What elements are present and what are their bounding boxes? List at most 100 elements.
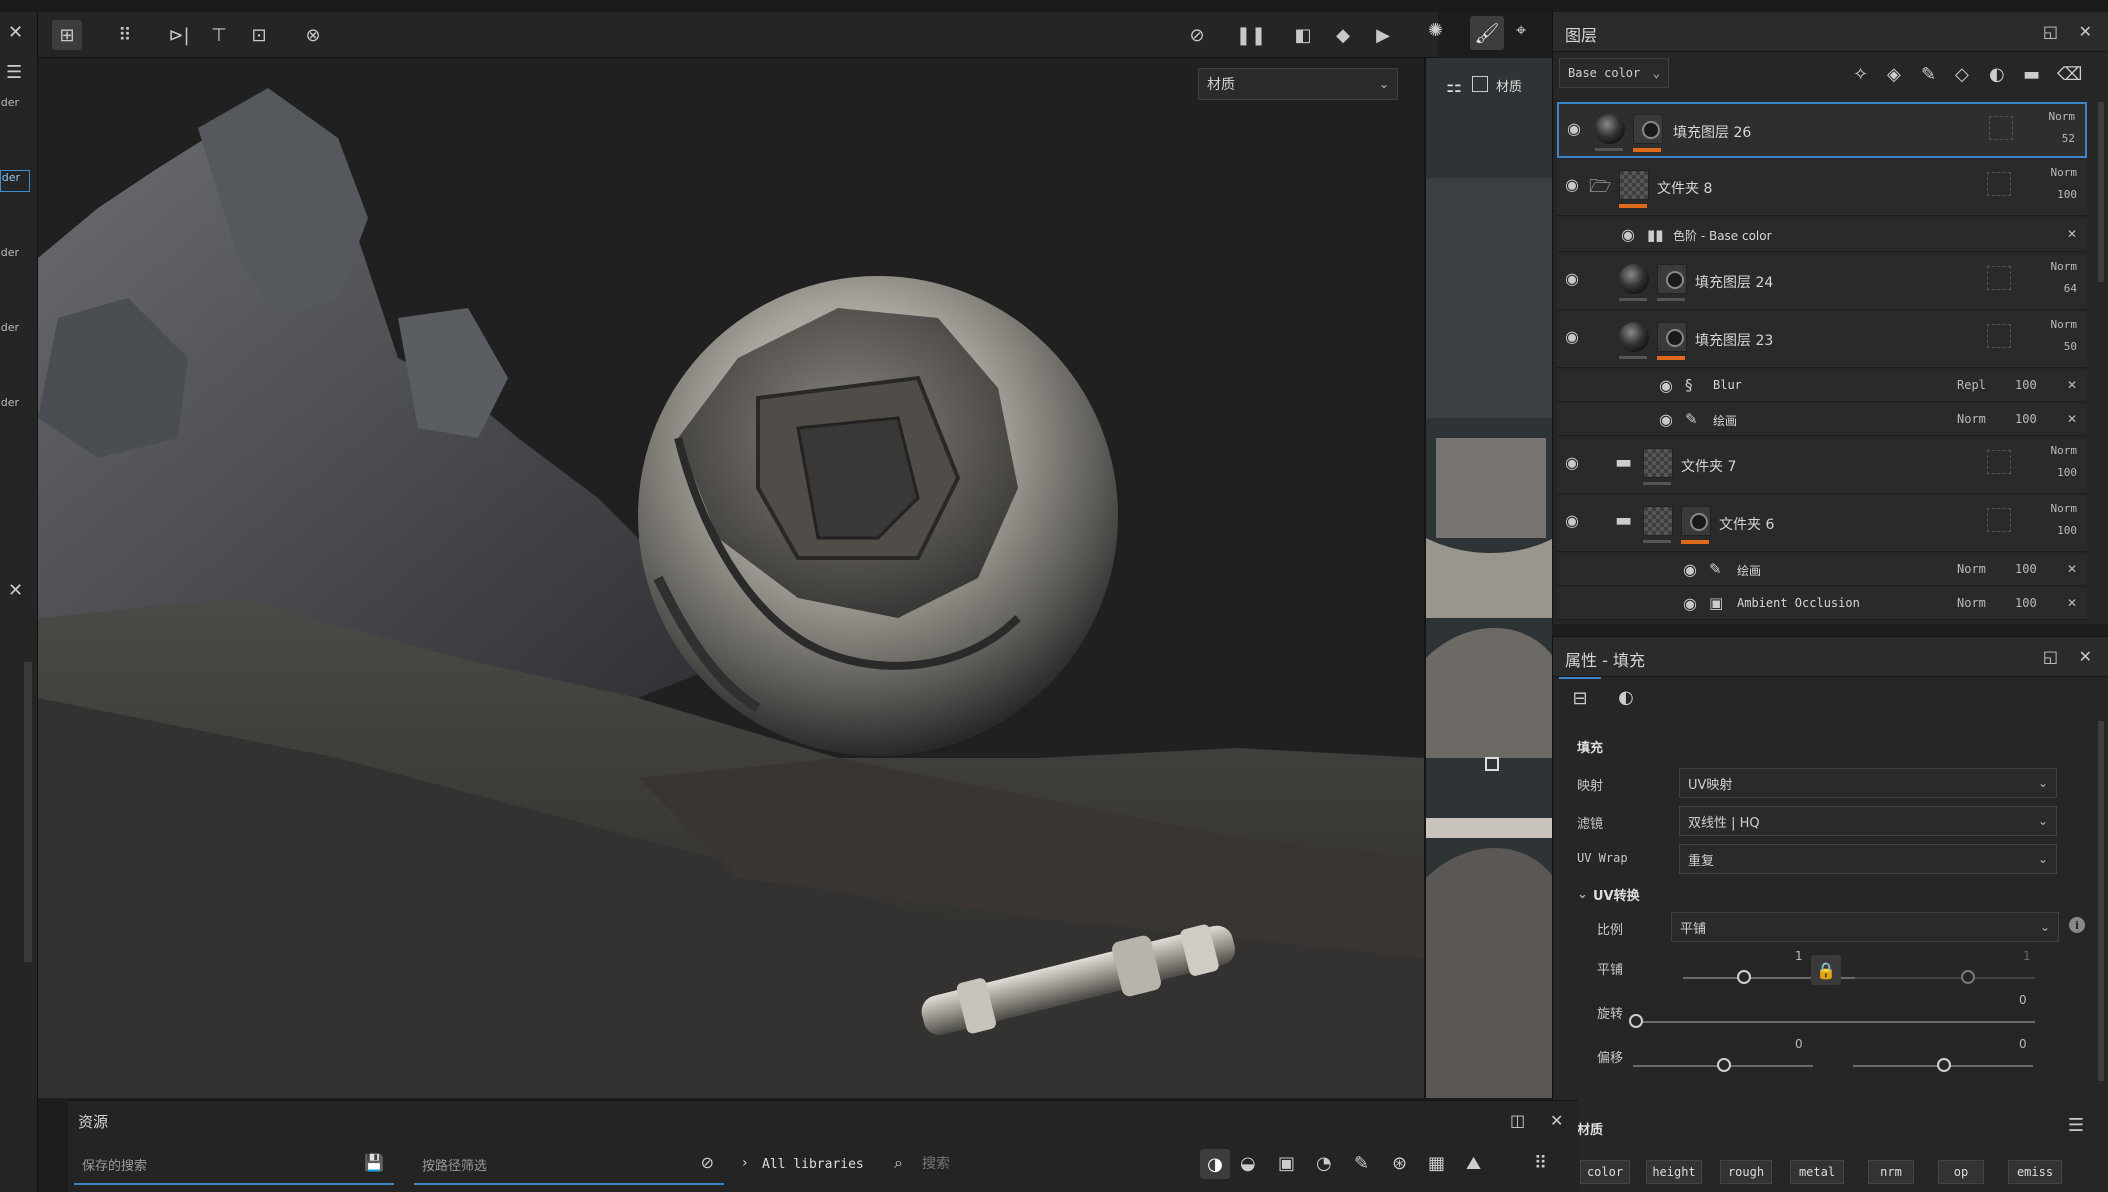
fill-layer-icon[interactable]: ◇ — [1955, 64, 1969, 85]
opacity-value[interactable]: 100 — [2057, 188, 2077, 201]
opacity-value[interactable]: 100 — [2015, 596, 2037, 610]
smart-material-icon[interactable]: ◐ — [1989, 64, 2005, 85]
opacity-value[interactable]: 64 — [2064, 282, 2077, 295]
layer-row[interactable]: ◉ 填充图层 26 Norm 52 — [1557, 102, 2087, 158]
layer-row[interactable]: ◉ ▬ 文件夹 7 Norm 100 — [1557, 438, 2087, 494]
scrollbar[interactable] — [2098, 102, 2104, 282]
menu-icon[interactable]: ☰ — [6, 62, 22, 83]
close-icon[interactable]: ✕ — [2079, 22, 2092, 41]
frame-add-icon[interactable]: ⊡ — [244, 20, 274, 50]
eye-icon[interactable]: ◉ — [1659, 378, 1679, 394]
info-icon[interactable]: i — [2069, 917, 2085, 933]
uvwrap-select[interactable]: 重复 ⌄ — [1679, 844, 2057, 874]
channel-nrm-button[interactable]: nrm — [1868, 1160, 1914, 1184]
close-icon[interactable]: ✕ — [8, 580, 23, 601]
symmetry-icon[interactable]: ◧ — [1288, 20, 1318, 50]
shader-tab-2[interactable]: ader — [0, 170, 30, 192]
eye-icon[interactable]: ◉ — [1565, 455, 1585, 471]
layer-row[interactable]: ◉ ▮▮ 色阶 - Base color ✕ — [1557, 218, 2087, 252]
uv-view[interactable]: ⚏ 材质 — [1424, 58, 1552, 1098]
texture-filter-icon[interactable]: ⊛ — [1392, 1153, 1407, 1174]
search-input[interactable] — [920, 1149, 1180, 1179]
eye-icon[interactable]: ◉ — [1683, 596, 1703, 612]
tile-slider-2-knob[interactable] — [1961, 970, 1975, 984]
layer-row[interactable]: ◉ § Blur Repl 100 ✕ — [1557, 370, 2087, 402]
saved-search-field[interactable]: 保存的搜索 💾 — [74, 1145, 394, 1185]
generator-filter-icon[interactable]: ◔ — [1316, 1153, 1332, 1174]
close-icon[interactable]: ✕ — [2079, 647, 2092, 666]
rotation-slider[interactable] — [1633, 1021, 2035, 1023]
layer-row[interactable]: ◉ ▣ Ambient Occlusion Norm 100 ✕ — [1557, 588, 2087, 620]
layer-row[interactable]: ◉ 🗁 文件夹 8 Norm 100 — [1557, 160, 2087, 216]
eye-icon[interactable]: ◉ — [1621, 227, 1641, 243]
rotation-slider-knob[interactable] — [1629, 1014, 1643, 1028]
opacity-value[interactable]: 100 — [2057, 524, 2077, 537]
chevron-right-icon[interactable]: › — [742, 1155, 748, 1171]
path-filter-field[interactable]: 按路径筛选 ⊘ — [414, 1145, 724, 1185]
tab-material[interactable]: ◐ — [1605, 677, 1647, 717]
channel-metal-button[interactable]: metal — [1790, 1160, 1844, 1184]
brush-filter-icon[interactable]: ✎ — [1354, 1153, 1369, 1174]
blend-mode[interactable]: Norm — [1957, 562, 1986, 576]
close-icon[interactable]: ✕ — [8, 22, 23, 43]
float-icon[interactable]: ◱ — [2043, 647, 2058, 666]
opacity-value[interactable]: 52 — [2062, 132, 2075, 145]
mirror-x-icon[interactable]: ⊳| — [164, 20, 194, 50]
blend-mode[interactable]: Norm — [2051, 260, 2078, 273]
eye-icon[interactable]: ◉ — [1565, 513, 1585, 529]
blend-mode[interactable]: Norm — [1957, 412, 1986, 426]
clock-reset-icon[interactable]: ⊗ — [298, 20, 328, 50]
magic-wand-icon[interactable]: ✧ — [1853, 64, 1868, 85]
channel-op-button[interactable]: op — [1938, 1160, 1984, 1184]
close-icon[interactable]: ✕ — [2067, 562, 2077, 576]
scrollbar[interactable] — [24, 662, 32, 962]
shader-tab-5[interactable]: ader — [0, 396, 30, 418]
layer-row[interactable]: ◉ 填充图层 23 Norm 50 — [1557, 312, 2087, 368]
channel-emiss-button[interactable]: emiss — [2008, 1160, 2062, 1184]
close-icon[interactable]: ✕ — [1550, 1111, 1563, 1130]
paint-brush-icon[interactable]: 🖌 — [1470, 16, 1504, 50]
blend-mode[interactable]: Norm — [2051, 444, 2078, 457]
grid-settings-icon[interactable]: ⚏ — [1446, 76, 1462, 97]
mapping-select[interactable]: UV映射 ⌄ — [1679, 768, 2057, 798]
eye-icon[interactable]: ◉ — [1567, 121, 1587, 137]
pattern-filter-icon[interactable]: ▦ — [1428, 1153, 1445, 1174]
opacity-value[interactable]: 100 — [2015, 378, 2037, 392]
shader-tab-1[interactable]: ader — [0, 96, 30, 118]
tile-slider-1-knob[interactable] — [1737, 970, 1751, 984]
eye-icon[interactable]: ◉ — [1659, 412, 1679, 428]
filter-select[interactable]: 双线性 | HQ ⌄ — [1679, 806, 2057, 836]
blend-mode[interactable]: Norm — [2049, 110, 2076, 123]
lock-icon[interactable]: 🔒 — [1811, 955, 1841, 985]
opacity-value[interactable]: 50 — [2064, 340, 2077, 353]
hide-icon[interactable]: ⊘ — [701, 1153, 714, 1172]
channel-height-button[interactable]: height — [1646, 1160, 1702, 1184]
blend-mode[interactable]: Norm — [2051, 318, 2078, 331]
layer-row[interactable]: ◉ 填充图层 24 Norm 64 — [1557, 254, 2087, 310]
tile-slider-2[interactable] — [1855, 977, 2035, 979]
trash-icon[interactable]: ⌫ — [2057, 64, 2082, 85]
paint-layer-icon[interactable]: ✎ — [1921, 64, 1936, 85]
chevron-down-icon[interactable]: ⌄ — [1577, 887, 1588, 902]
eye-icon[interactable]: ◉ — [1565, 271, 1585, 287]
cube-icon[interactable]: ◆ — [1328, 20, 1358, 50]
mirror-y-icon[interactable]: ⊤ — [204, 20, 234, 50]
material-select[interactable]: 材质 ⌄ — [1198, 68, 1398, 100]
opacity-value[interactable]: 100 — [2015, 412, 2037, 426]
select-grid-icon[interactable]: ⊞ — [52, 20, 82, 50]
blend-mode[interactable]: Norm — [1957, 596, 1986, 610]
mask-filter-icon[interactable]: ▣ — [1278, 1153, 1295, 1174]
screenshot-icon[interactable]: ⌖ — [1516, 20, 1526, 41]
layer-row[interactable]: ◉ ✎ 绘画 Norm 100 ✕ — [1557, 554, 2087, 586]
smart-material-filter-icon[interactable]: ◒ — [1240, 1153, 1256, 1174]
3d-viewport[interactable]: 材质 ⌄ — [38, 58, 1424, 1098]
hide-icon[interactable]: ⊘ — [1182, 20, 1212, 50]
tab-fill-properties[interactable]: ⊟ — [1559, 677, 1601, 717]
uv-checkbox[interactable] — [1472, 76, 1488, 92]
offset-slider-1-knob[interactable] — [1717, 1058, 1731, 1072]
shader-tab-3[interactable]: ader — [0, 246, 30, 268]
blend-mode[interactable]: Norm — [2051, 166, 2078, 179]
offset-slider-2-knob[interactable] — [1937, 1058, 1951, 1072]
eye-icon[interactable]: ◉ — [1565, 177, 1585, 193]
opacity-value[interactable]: 100 — [2015, 562, 2037, 576]
